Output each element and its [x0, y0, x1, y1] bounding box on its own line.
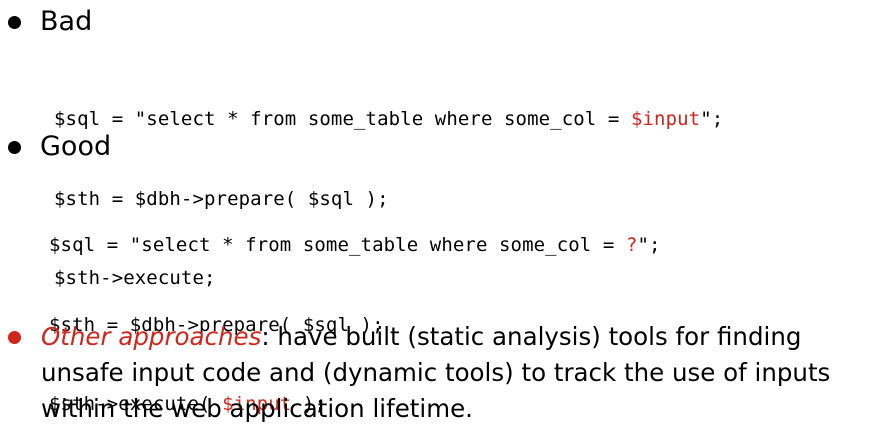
bullet-good	[8, 141, 21, 154]
other-approaches-lead: Other approaches	[41, 322, 262, 351]
heading-bad: Bad	[40, 6, 93, 37]
code-line: $sql = "select * from some_table where s…	[54, 108, 724, 130]
code-line: $sql = "select * from some_table where s…	[49, 234, 661, 256]
other-approaches-paragraph: Other approaches: have built (static ana…	[41, 319, 876, 427]
heading-good: Good	[40, 131, 112, 162]
bullet-bad	[8, 16, 21, 29]
bullet-other	[8, 331, 21, 344]
